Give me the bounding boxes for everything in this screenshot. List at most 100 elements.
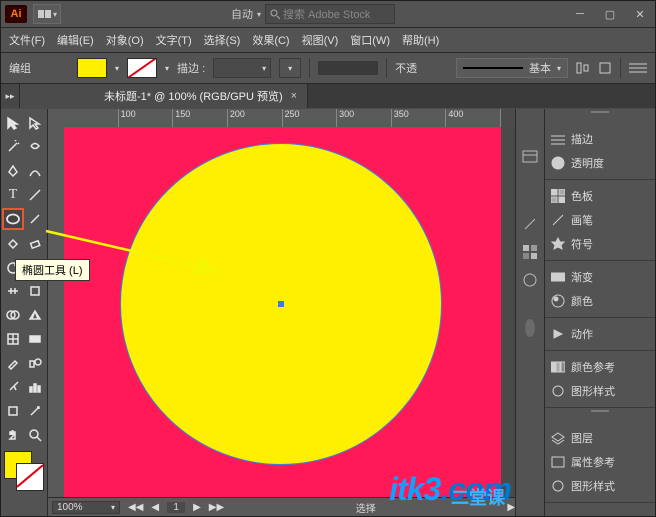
paintbrush-tool[interactable] (25, 209, 45, 229)
layout-menu-button[interactable]: ▾ (33, 4, 61, 24)
direct-selection-tool[interactable] (25, 113, 45, 133)
app-logo-icon[interactable]: Ai (5, 5, 27, 23)
close-button[interactable]: ✕ (625, 3, 655, 25)
line-segment-tool[interactable] (25, 185, 45, 205)
tools-collapse-button[interactable]: ▸▸ (1, 84, 20, 108)
panel-layers[interactable]: 图层 (545, 426, 655, 450)
artboard-tool[interactable] (3, 401, 23, 421)
panel-grip-icon[interactable] (545, 109, 655, 123)
scrollbar-right-icon[interactable]: ▶ (507, 502, 515, 513)
menu-type[interactable]: 文字(T) (156, 32, 192, 48)
ruler-mark: 200 (228, 109, 283, 127)
menu-help[interactable]: 帮助(H) (402, 32, 439, 48)
align-icon[interactable] (576, 61, 590, 75)
chevron-down-icon[interactable]: ▾ (115, 64, 119, 73)
graphic-style-profile[interactable]: 基本 ▾ (456, 58, 568, 78)
object-center-point[interactable] (278, 301, 284, 307)
panel-grip-icon[interactable] (545, 408, 655, 422)
slice-tool[interactable] (25, 401, 45, 421)
vertical-scrollbar[interactable] (501, 127, 515, 498)
minimize-button[interactable]: ─ (565, 3, 595, 25)
menubar: 文件(F) 编辑(E) 对象(O) 文字(T) 选择(S) 效果(C) 视图(V… (1, 28, 655, 53)
panel-actions[interactable]: 动作 (545, 322, 655, 346)
chevron-down-icon[interactable]: ▾ (165, 64, 169, 73)
stroke-label[interactable]: 描边 : (177, 60, 205, 76)
status-bar: 100%▾ ◀◀ ◀ 1 ▶ ▶▶ 选择 ▶ (48, 497, 515, 516)
panel-graphicstyles[interactable]: 图形样式 (545, 379, 655, 403)
document-tab[interactable]: 未标题-1* @ 100% (RGB/GPU 预览) × (94, 84, 308, 108)
menu-file[interactable]: 文件(F) (9, 32, 45, 48)
stroke-weight-input[interactable]: ▾ (213, 58, 271, 78)
transform-icon[interactable] (598, 61, 612, 75)
stroke-color-swatch[interactable] (16, 463, 44, 491)
type-tool[interactable]: T (3, 185, 23, 205)
fill-swatch[interactable] (77, 58, 107, 78)
brushes-icon[interactable] (521, 215, 539, 233)
horizontal-ruler[interactable]: 100 150 200 250 300 350 400 (64, 109, 501, 128)
stock-search-input[interactable]: 搜索 Adobe Stock (265, 4, 395, 24)
hand-tool[interactable] (3, 425, 23, 445)
artboard-nav-next1[interactable]: ▶ (193, 502, 201, 513)
artboard-nav-prev[interactable]: ◀◀ (128, 502, 143, 513)
zoom-tool[interactable] (25, 425, 45, 445)
maximize-button[interactable]: ▢ (595, 3, 625, 25)
shaper-tool[interactable] (3, 233, 23, 253)
symbols-strip-icon[interactable] (521, 271, 539, 289)
ellipse-tool[interactable] (3, 209, 23, 229)
menu-select[interactable]: 选择(S) (204, 32, 241, 48)
panel-transparency[interactable]: 透明度 (545, 151, 655, 175)
menu-edit[interactable]: 编辑(E) (57, 32, 94, 48)
panel-symbols[interactable]: 符号 (545, 232, 655, 256)
eyedropper-tool[interactable] (3, 353, 23, 373)
blend-tool[interactable] (25, 353, 45, 373)
opacity-label[interactable]: 不透 (395, 60, 417, 76)
swatches-icon[interactable] (521, 243, 539, 261)
ruler-mark: 150 (173, 109, 228, 127)
panel-graphicstyles2[interactable]: 图形样式 (545, 474, 655, 498)
menu-window[interactable]: 窗口(W) (350, 32, 390, 48)
variable-width-profile[interactable]: ▾ (279, 58, 301, 78)
mesh-tool[interactable] (3, 329, 23, 349)
fill-stroke-swatches[interactable] (4, 451, 44, 491)
artboard-nav-next[interactable]: ▶▶ (209, 502, 224, 513)
menu-object[interactable]: 对象(O) (106, 32, 144, 48)
width-tool[interactable] (3, 281, 23, 301)
vertical-ruler[interactable] (48, 109, 65, 498)
curvature-tool[interactable] (25, 161, 45, 181)
selection-tool[interactable] (3, 113, 23, 133)
panel-color[interactable]: 颜色 (545, 289, 655, 313)
canvas-area: 100 150 200 250 300 350 400 100%▾ (48, 109, 515, 516)
right-panels: 描边 透明度 色板 画笔 符号 渐变 颜色 动作 颜色参考 图形样式 图层 (544, 109, 655, 516)
gradient-tool[interactable] (25, 329, 45, 349)
status-mode-label: 选择 (356, 500, 376, 515)
artboard[interactable] (64, 127, 501, 498)
panel-brushes[interactable]: 画笔 (545, 208, 655, 232)
panel-swatches[interactable]: 色板 (545, 184, 655, 208)
column-graph-tool[interactable] (25, 377, 45, 397)
shape-builder-tool[interactable] (3, 305, 23, 325)
panel-gradient[interactable]: 渐变 (545, 265, 655, 289)
document-tabbar: ▸▸ 未标题-1* @ 100% (RGB/GPU 预览) × (1, 84, 655, 108)
panel-menu-icon[interactable] (629, 62, 647, 74)
panel-cssprops[interactable]: 属性参考 (545, 450, 655, 474)
perspective-grid-tool[interactable] (25, 305, 45, 325)
menu-effect[interactable]: 效果(C) (252, 32, 289, 48)
lasso-tool[interactable] (25, 137, 45, 157)
tab-close-icon[interactable]: × (291, 90, 297, 102)
free-transform-tool[interactable] (25, 281, 45, 301)
symbol-sprayer-tool[interactable] (3, 377, 23, 397)
libraries-icon[interactable] (521, 147, 539, 165)
control-bar: 编组 ▾ ▾ 描边 : ▾ ▾ 不透 基本 ▾ (1, 53, 655, 84)
menu-view[interactable]: 视图(V) (302, 32, 339, 48)
workspace-label[interactable]: 自动 (231, 6, 253, 22)
brush-definition[interactable] (318, 61, 378, 75)
magic-wand-tool[interactable] (3, 137, 23, 157)
eraser-tool[interactable] (25, 233, 45, 253)
collapsed-panel-strip (515, 109, 544, 516)
zoom-level-input[interactable]: 100%▾ (52, 501, 120, 514)
artboard-nav-prev1[interactable]: ◀ (151, 502, 159, 513)
panel-stroke[interactable]: 描边 (545, 127, 655, 151)
pen-tool[interactable] (3, 161, 23, 181)
panel-colorguide[interactable]: 颜色参考 (545, 355, 655, 379)
stroke-swatch[interactable] (127, 58, 157, 78)
